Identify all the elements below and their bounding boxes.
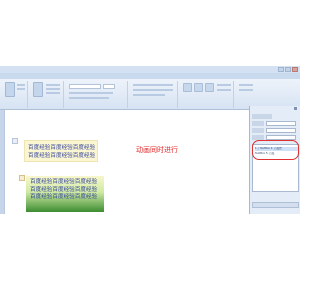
annotation-text: 动画同时进行: [136, 146, 178, 154]
window-controls: [278, 67, 298, 72]
shape-outline-icon[interactable]: [217, 89, 231, 91]
ribbon-group-clipboard: [2, 81, 28, 108]
start-select[interactable]: [266, 121, 296, 126]
ribbon-group-slides: [30, 81, 64, 108]
reorder-bar[interactable]: [252, 202, 299, 208]
ribbon-group-font: [66, 81, 128, 108]
text-line: 百度经验百度经验百度经验: [30, 186, 98, 193]
text-box-2[interactable]: 百度经验百度经验百度经验 百度经验百度经验百度经验 百度经验百度经验百度经验: [26, 176, 104, 212]
add-effect-row[interactable]: [252, 114, 299, 119]
text-line: 百度经验百度经验百度经验: [28, 145, 96, 151]
text-line: 百度经验百度经验百度经验: [30, 194, 98, 200]
ribbon-group-drawing: [180, 81, 234, 108]
ribbon-group-paragraph: [130, 81, 178, 108]
text-box-1[interactable]: 百度经验百度经验百度经验 百度经验百度经验百度经验: [24, 140, 98, 162]
title-bar: [0, 66, 300, 73]
highlight-ellipse: [252, 140, 299, 160]
font-size-box[interactable]: [103, 84, 115, 89]
close-button[interactable]: [292, 67, 298, 72]
font-effects-icons[interactable]: [69, 97, 109, 99]
list-icons[interactable]: [133, 84, 173, 86]
screenshot: 1 🖱 TextBox 4: 百度经 TextBox 5: 百度 百度经验百度经…: [0, 0, 300, 300]
animation-marker[interactable]: [19, 175, 25, 181]
animation-marker[interactable]: [12, 138, 18, 144]
layout-icon[interactable]: [46, 84, 60, 86]
shapes-icon[interactable]: [183, 83, 192, 92]
quick-styles-icon[interactable]: [205, 83, 214, 92]
font-name-box[interactable]: [69, 84, 101, 89]
maximize-button[interactable]: [285, 67, 291, 72]
text-line: 百度经验百度经验百度经验: [30, 179, 98, 185]
property-select[interactable]: [266, 128, 296, 133]
minimize-button[interactable]: [278, 67, 284, 72]
text-line: 百度经验百度经验百度经验: [28, 153, 96, 159]
custom-animation-pane: 1 🖱 TextBox 4: 百度经 TextBox 5: 百度: [249, 106, 300, 214]
start-row: [252, 121, 299, 126]
paste-icon[interactable]: [5, 82, 15, 97]
cut-icon[interactable]: [17, 84, 25, 86]
align-icons[interactable]: [133, 89, 173, 91]
replace-icon[interactable]: [239, 89, 253, 91]
find-icon[interactable]: [239, 84, 253, 86]
shape-fill-icon[interactable]: [217, 84, 231, 86]
font-format-icons[interactable]: [69, 92, 113, 94]
ribbon-group-editing: [236, 81, 258, 108]
new-slide-icon[interactable]: [33, 82, 43, 97]
spacing-icons[interactable]: [133, 94, 165, 96]
property-row: [252, 128, 299, 133]
close-icon[interactable]: [294, 107, 297, 110]
reset-icon[interactable]: [46, 88, 60, 90]
arrange-icon[interactable]: [194, 83, 203, 92]
delete-icon[interactable]: [46, 92, 60, 94]
copy-icon[interactable]: [17, 88, 25, 90]
